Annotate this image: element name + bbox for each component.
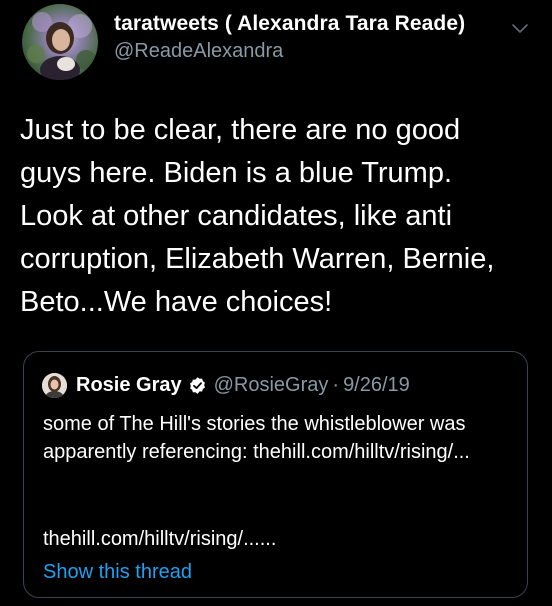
chevron-down-icon[interactable] [510, 22, 530, 36]
header-separator: · [332, 373, 340, 396]
author-info: taratweets ( Alexandra Tara Reade) @Read… [114, 12, 465, 63]
quoted-tweet-header: Rosie Gray @RosieGray · 9/26/19 [42, 372, 410, 398]
quoted-tweet-link[interactable]: thehill.com/hilltv/rising/...... [43, 525, 276, 553]
author-avatar[interactable] [22, 4, 98, 80]
tweet: taratweets ( Alexandra Tara Reade) @Read… [0, 0, 552, 606]
quoted-author-name[interactable]: Rosie Gray [76, 374, 182, 397]
verified-badge-icon [189, 376, 205, 394]
quoted-author-handle[interactable]: @RosieGray [214, 374, 329, 397]
author-handle[interactable]: @ReadeAlexandra [114, 40, 465, 63]
quoted-tweet-text: some of The Hill's stories the whistlebl… [43, 413, 470, 463]
quoted-author-avatar [42, 372, 67, 398]
quoted-avatar-photo-icon [42, 372, 67, 398]
quoted-tweet-date[interactable]: 9/26/19 [343, 374, 410, 397]
show-thread-link[interactable]: Show this thread [43, 558, 192, 586]
tweet-text: Just to be clear, there are no good guys… [20, 114, 495, 318]
avatar-photo-icon [27, 12, 96, 80]
author-name[interactable]: taratweets ( Alexandra Tara Reade) [114, 12, 465, 36]
quoted-tweet-card[interactable]: Rosie Gray @RosieGray · 9/26/19 some of … [23, 351, 528, 598]
